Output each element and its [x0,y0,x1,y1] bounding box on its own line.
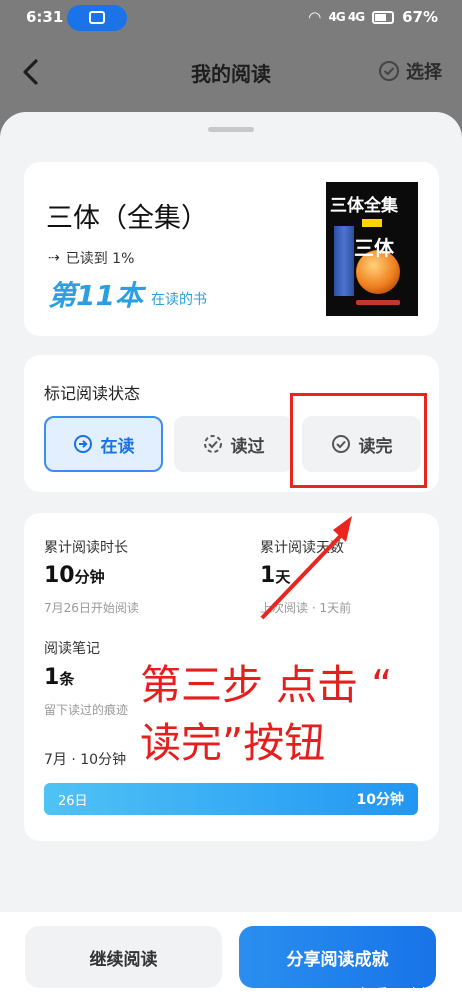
annotation-line-2: 读完”按钮 [140,719,326,767]
bar-day: 26日 [58,794,88,809]
check-circle-icon [379,61,399,81]
cover-publisher-mark [356,300,400,305]
book-rank-caption: 在读的书 [150,292,207,308]
reading-progress: ⇢ 已读到 1% [48,248,134,268]
status-reading-label: 在读 [100,436,135,457]
select-label: 选择 [406,62,442,83]
notes-label: 阅读笔记 [44,641,100,657]
watermark: 知乎 @尘埃cc [360,987,450,1001]
share-achievement-button[interactable]: 分享阅读成就 [239,926,436,988]
sheet-handle[interactable] [208,127,254,132]
duration-label: 累计阅读时长 [44,540,128,556]
book-title: 三体（全集） [46,203,208,234]
notes-unit: 条 [59,670,75,688]
daily-reading-bar[interactable]: 26日 10分钟 [44,783,418,815]
cast-icon [89,11,105,24]
duration-number: 10 [44,563,75,588]
cover-badge [362,219,382,227]
status-right: ◠ 4G 4G 67% [309,8,438,26]
status-read-label: 读过 [230,436,265,457]
notes-value[interactable]: 1条 [44,665,74,690]
annotation-line-1: 第三步 点击 “ [140,661,393,709]
reading-status-label: 标记阅读状态 [44,384,141,403]
signal-icon: 4G 4G [328,10,366,24]
finished-button-highlight [290,393,427,488]
status-time: 6:31 [26,8,64,26]
days-number: 1 [260,563,276,588]
status-reading-button[interactable]: 在读 [44,416,163,472]
screen-cast-pill[interactable] [67,5,127,31]
status-bar: 6:31 ◠ 4G 4G 67% [0,0,462,36]
continue-reading-button[interactable]: 继续阅读 [25,926,222,988]
month-summary: 7月 · 10分钟 [44,752,127,768]
book-rank-number: 第11本 [48,279,143,312]
battery-percent: 67% [402,8,438,26]
notes-number: 1 [44,665,60,690]
notes-sub: 留下读过的痕迹 [44,703,129,717]
dashed-check-icon [203,435,222,453]
progress-arrow-icon: ⇢ [48,250,60,266]
cover-book-stack [334,226,354,296]
book-card[interactable]: 三体（全集） ⇢ 已读到 1% 第11本 在读的书 三体全集 三体 [24,162,439,336]
annotation-text: 第三步 点击 “ 读完”按钮 [140,656,440,772]
days-unit: 天 [275,568,291,586]
duration-unit: 分钟 [74,568,105,586]
nav-bar: 我的阅读 选择 [0,44,462,100]
cover-title: 三体全集 [330,196,398,216]
book-cover[interactable]: 三体全集 三体 [326,182,418,316]
days-label: 累计阅读天数 [260,540,344,556]
duration-value: 10分钟 [44,563,105,588]
duration-sub: 7月26日开始阅读 [44,601,139,615]
reading-sheet: 三体（全集） ⇢ 已读到 1% 第11本 在读的书 三体全集 三体 标记阅读状态… [0,112,462,1001]
wifi-icon: ◠ [308,8,321,26]
cover-series: 三体 [354,236,394,260]
progress-text: 已读到 1% [65,251,135,267]
bar-minutes: 10分钟 [356,792,404,808]
days-value: 1天 [260,563,290,588]
battery-icon [372,10,395,24]
book-rank: 第11本 在读的书 [48,274,207,314]
status-read-button[interactable]: 读过 [174,416,293,472]
select-button[interactable]: 选择 [378,58,442,84]
days-sub: 上次阅读 · 1天前 [260,601,352,615]
arrow-circle-icon [73,435,92,453]
